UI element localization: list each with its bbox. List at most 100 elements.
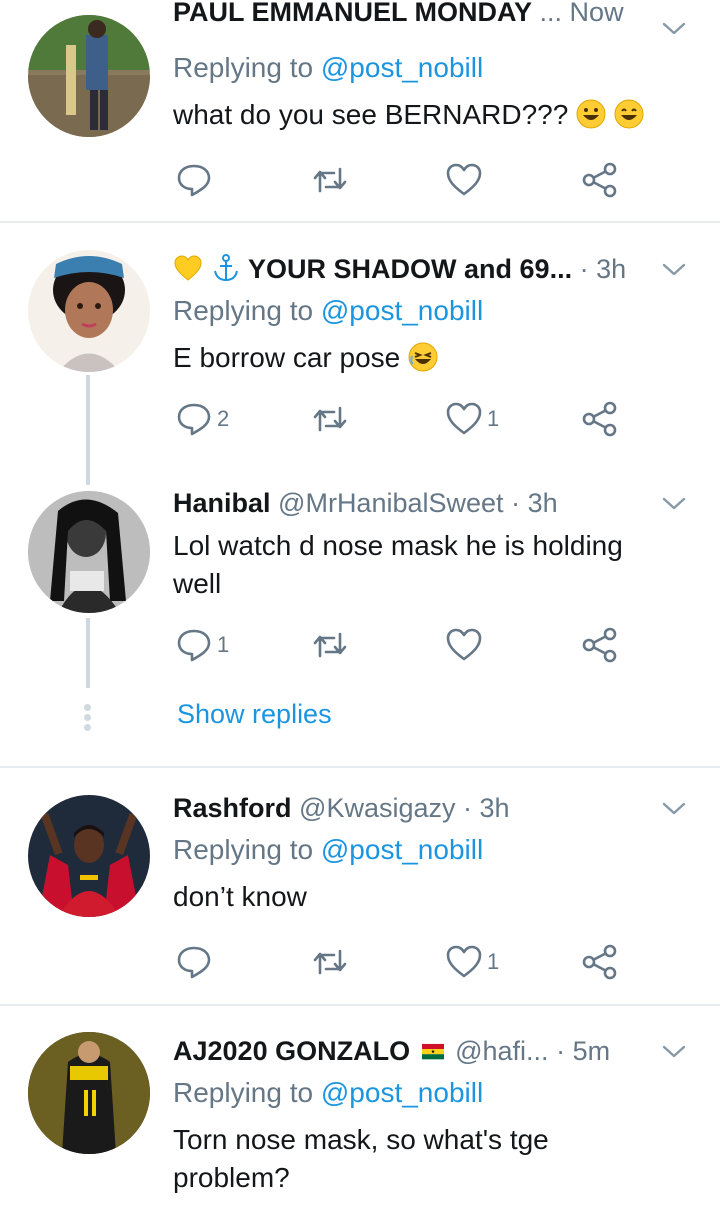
share-button[interactable] <box>581 940 619 984</box>
thread-line <box>86 375 90 485</box>
like-button[interactable]: 1 <box>445 940 499 984</box>
display-name[interactable]: Hanibal <box>173 488 271 518</box>
timestamp: 3h <box>479 793 510 823</box>
timestamp: 5m <box>572 1036 611 1066</box>
like-button[interactable] <box>445 158 487 202</box>
user-handle[interactable]: @hafi... <box>455 1036 548 1066</box>
grinning-face-icon <box>576 99 606 129</box>
avatar[interactable] <box>28 795 150 917</box>
like-icon <box>446 163 482 196</box>
tweet-text-content: E borrow car pose <box>173 342 401 373</box>
retweet-icon <box>313 949 347 975</box>
avatar[interactable] <box>28 15 150 137</box>
tweet-header: AJ2020 GONZALO @hafi... · 5m <box>173 1031 660 1071</box>
tweet-actions: 2 1 <box>173 397 653 441</box>
anchor-icon <box>213 254 238 282</box>
tweet-text: Lol watch d nose mask he is holding well <box>173 530 623 599</box>
ghana-flag-icon <box>421 1043 444 1060</box>
reply-button[interactable] <box>175 158 217 202</box>
chevron-down-icon[interactable] <box>660 255 688 283</box>
separator-dot: · <box>579 254 589 284</box>
share-icon <box>582 944 617 980</box>
like-icon <box>446 628 482 661</box>
tweet-1[interactable]: PAUL EMMANUEL MONDAY ... Now Replying to… <box>0 0 720 222</box>
user-handle[interactable]: @Kwasigazy <box>299 793 455 823</box>
like-count: 1 <box>487 406 500 431</box>
retweet-button[interactable] <box>311 940 349 984</box>
retweet-icon <box>313 167 347 193</box>
avatar[interactable] <box>28 1032 150 1154</box>
retweet-icon <box>313 632 347 658</box>
tweet-header: PAUL EMMANUEL MONDAY ... Now <box>173 0 660 32</box>
retweet-button[interactable] <box>311 397 349 441</box>
display-name[interactable]: YOUR SHADOW and 69... <box>248 254 572 284</box>
chevron-down-icon[interactable] <box>660 14 688 42</box>
chevron-down-icon[interactable] <box>660 489 688 517</box>
avatar[interactable] <box>28 491 150 613</box>
mention-link[interactable]: @post_nobill <box>321 834 483 865</box>
replying-prefix: Replying to <box>173 52 314 83</box>
like-icon <box>446 402 482 435</box>
tweet-header: Hanibal @MrHanibalSweet · 3h <box>173 483 660 523</box>
replying-to: Replying to @post_nobill <box>173 830 483 870</box>
reply-button[interactable]: 1 <box>175 623 229 667</box>
thread-dots <box>84 701 92 734</box>
reply-count: 2 <box>217 406 230 431</box>
reply-button[interactable]: 2 <box>175 397 229 441</box>
show-replies-link[interactable]: Show replies <box>177 699 332 730</box>
timestamp: ... Now <box>539 0 624 27</box>
avatar-image <box>28 795 150 917</box>
tweet-2[interactable]: YOUR SHADOW and 69... · 3h Replying to @… <box>0 223 720 731</box>
tweet-header: YOUR SHADOW and 69... · 3h <box>173 249 660 289</box>
laughing-face-icon <box>408 342 438 372</box>
mention-link[interactable]: @post_nobill <box>321 295 483 326</box>
avatar[interactable] <box>28 250 150 372</box>
mention-link[interactable]: @post_nobill <box>321 1077 483 1108</box>
display-name[interactable]: Rashford <box>173 793 292 823</box>
share-icon <box>582 627 617 663</box>
reply-count: 1 <box>217 632 230 657</box>
share-button[interactable] <box>581 397 619 441</box>
retweet-icon <box>313 406 347 432</box>
tweet-4[interactable]: Rashford @Kwasigazy · 3h Replying to @po… <box>0 768 720 1004</box>
tweet-5[interactable]: AJ2020 GONZALO @hafi... · 5m Replying to… <box>0 1006 720 1208</box>
chevron-down-icon[interactable] <box>660 1037 688 1065</box>
tweet-text: E borrow car pose <box>173 339 680 377</box>
reply-button[interactable] <box>175 940 217 984</box>
thread-line <box>86 618 90 688</box>
tweet-header: Rashford @Kwasigazy · 3h <box>173 788 660 828</box>
tweet-actions: 1 <box>173 940 653 984</box>
share-icon <box>582 162 617 198</box>
reply-icon <box>177 403 211 436</box>
share-button[interactable] <box>581 623 619 667</box>
like-icon <box>446 945 482 978</box>
avatar-image <box>28 1032 150 1154</box>
tweet-text: what do you see BERNARD??? <box>173 96 680 134</box>
separator-dot: · <box>463 793 473 823</box>
replying-to: Replying to @post_nobill <box>173 291 483 331</box>
replying-prefix: Replying to <box>173 1077 314 1108</box>
tweet-text: Torn nose mask, so what's tge problem? <box>173 1124 549 1193</box>
display-name[interactable]: PAUL EMMANUEL MONDAY <box>173 0 532 27</box>
separator-dot: · <box>511 488 521 518</box>
like-button[interactable]: 1 <box>445 397 499 441</box>
replying-to: Replying to @post_nobill <box>173 1073 483 1113</box>
yellow-heart-icon <box>174 255 202 281</box>
smiling-face-icon <box>614 99 644 129</box>
retweet-button[interactable] <box>311 623 349 667</box>
retweet-button[interactable] <box>311 158 349 202</box>
separator-dot: · <box>556 1036 566 1066</box>
chevron-down-icon[interactable] <box>660 794 688 822</box>
share-icon <box>582 401 617 437</box>
reply-icon <box>177 164 211 197</box>
replying-prefix: Replying to <box>173 834 314 865</box>
timestamp: 3h <box>527 488 558 518</box>
tweet-actions <box>173 158 653 202</box>
avatar-image <box>28 15 150 137</box>
like-button[interactable] <box>445 623 487 667</box>
replying-to: Replying to @post_nobill <box>173 48 483 88</box>
mention-link[interactable]: @post_nobill <box>321 52 483 83</box>
share-button[interactable] <box>581 158 619 202</box>
user-handle[interactable]: @MrHanibalSweet <box>278 488 504 518</box>
display-name[interactable]: AJ2020 GONZALO <box>173 1036 410 1066</box>
